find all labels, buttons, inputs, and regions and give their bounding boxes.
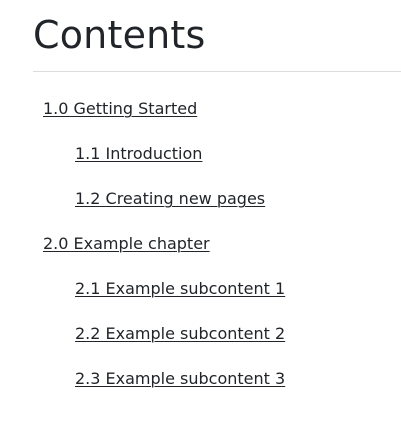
toc-item-getting-started: 1.0 Getting Started — [43, 97, 197, 121]
toc-link-creating-new-pages[interactable]: 1.2 Creating new pages — [75, 189, 265, 208]
toc-link-getting-started[interactable]: 1.0 Getting Started — [43, 99, 197, 118]
toc-item-example-subcontent-3: 2.3 Example subcontent 3 — [75, 367, 285, 391]
page-title: Contents — [33, 13, 206, 57]
toc-item-example-chapter: 2.0 Example chapter — [43, 232, 210, 256]
toc-item-creating-new-pages: 1.2 Creating new pages — [75, 187, 265, 211]
toc-item-introduction: 1.1 Introduction — [75, 142, 202, 166]
toc-link-example-chapter[interactable]: 2.0 Example chapter — [43, 234, 210, 253]
toc-link-example-subcontent-3[interactable]: 2.3 Example subcontent 3 — [75, 369, 285, 388]
toc-item-example-subcontent-2: 2.2 Example subcontent 2 — [75, 322, 285, 346]
toc-link-introduction[interactable]: 1.1 Introduction — [75, 144, 202, 163]
contents-page: Contents 1.0 Getting Started 1.1 Introdu… — [0, 0, 401, 437]
title-divider — [33, 71, 401, 72]
toc-item-example-subcontent-1: 2.1 Example subcontent 1 — [75, 277, 285, 301]
toc-link-example-subcontent-1[interactable]: 2.1 Example subcontent 1 — [75, 279, 285, 298]
toc-link-example-subcontent-2[interactable]: 2.2 Example subcontent 2 — [75, 324, 285, 343]
